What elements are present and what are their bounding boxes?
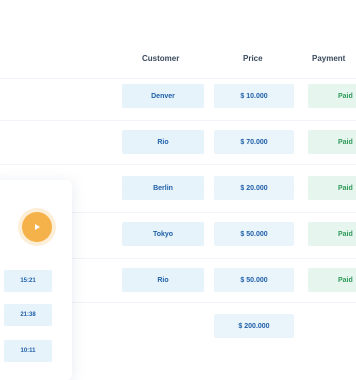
- time-slot[interactable]: 10:11: [4, 340, 52, 362]
- row-divider: [0, 120, 356, 121]
- price-total: $ 200.000: [214, 314, 294, 338]
- price-cell[interactable]: $ 50.000: [214, 222, 294, 246]
- column-header-price[interactable]: Price: [243, 54, 263, 63]
- customer-cell[interactable]: Rio: [122, 268, 204, 292]
- payment-status-badge: Paid: [308, 268, 356, 292]
- play-icon: [35, 224, 40, 230]
- payment-status-badge: Paid: [308, 222, 356, 246]
- customer-cell[interactable]: Denver: [122, 84, 204, 108]
- price-cell[interactable]: $ 70.000: [214, 130, 294, 154]
- payment-status-badge: Paid: [308, 84, 356, 108]
- price-cell[interactable]: $ 20.000: [214, 176, 294, 200]
- payment-status-badge: Paid: [308, 130, 356, 154]
- time-slot[interactable]: 21:38: [4, 304, 52, 326]
- column-header-customer[interactable]: Customer: [142, 54, 179, 63]
- customer-cell[interactable]: Rio: [122, 130, 204, 154]
- payment-status-badge: Paid: [308, 176, 356, 200]
- time-slot[interactable]: 15:21: [4, 270, 52, 292]
- row-divider: [0, 164, 356, 165]
- price-cell[interactable]: $ 10.000: [214, 84, 294, 108]
- column-header-payment[interactable]: Payment: [312, 54, 345, 63]
- play-button[interactable]: [22, 212, 52, 242]
- customer-cell[interactable]: Tokyo: [122, 222, 204, 246]
- row-divider: [0, 78, 356, 79]
- customer-cell[interactable]: Berlin: [122, 176, 204, 200]
- price-cell[interactable]: $ 50.000: [214, 268, 294, 292]
